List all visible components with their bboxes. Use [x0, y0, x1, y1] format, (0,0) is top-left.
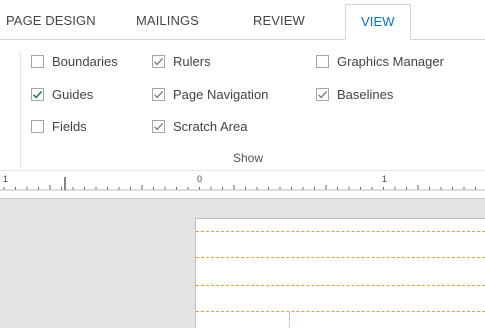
check-mark-icon [154, 122, 164, 131]
ruler-label: 0 [197, 174, 203, 184]
checkbox-box[interactable] [152, 88, 165, 101]
checkbox-label: Guides [52, 87, 94, 102]
checkbox-box[interactable] [152, 55, 165, 68]
check-mark-icon [154, 57, 164, 66]
checkbox-label: Boundaries [52, 54, 118, 69]
ruler-ticks [0, 177, 485, 191]
graphics-manager-checkbox[interactable]: Graphics Manager [316, 54, 444, 69]
checkbox-box[interactable] [31, 120, 44, 133]
guides-checkbox[interactable]: Guides [31, 87, 93, 102]
tab-review[interactable]: REVIEW [253, 13, 305, 28]
baseline-guide [196, 311, 485, 312]
tab-view[interactable]: VIEW [345, 4, 411, 40]
column-guide [289, 312, 290, 328]
tab-mailings[interactable]: MAILINGS [136, 13, 199, 28]
checkbox-label: Graphics Manager [337, 54, 444, 69]
checkbox-box[interactable] [316, 55, 329, 68]
baseline-guide [196, 257, 485, 258]
checkbox-label: Rulers [173, 54, 211, 69]
margin-guide [196, 231, 485, 232]
checkbox-box[interactable] [31, 88, 44, 101]
check-mark-icon [318, 90, 328, 99]
checkbox-label: Baselines [337, 87, 394, 102]
scratch-area-checkbox[interactable]: Scratch Area [152, 119, 247, 134]
tab-page-design[interactable]: PAGE DESIGN [6, 13, 96, 28]
ruler-label: 1 [382, 174, 388, 184]
checkbox-box[interactable] [152, 120, 165, 133]
boundaries-checkbox[interactable]: Boundaries [31, 54, 118, 69]
horizontal-ruler[interactable]: 1 0 1 [0, 170, 485, 198]
show-group-label: Show [233, 151, 264, 165]
ruler-label: 1 [3, 174, 9, 184]
publisher-window: PAGE DESIGN MAILINGS REVIEW VIEW Boundar… [0, 0, 485, 328]
check-mark-icon [154, 90, 164, 99]
baseline-guide [196, 285, 485, 286]
page-navigation-checkbox[interactable]: Page Navigation [152, 87, 268, 102]
checkbox-label: Page Navigation [173, 87, 269, 102]
checkbox-box[interactable] [31, 55, 44, 68]
ribbon-tab-bar: PAGE DESIGN MAILINGS REVIEW VIEW [0, 0, 485, 40]
check-mark-icon [32, 90, 43, 99]
checkbox-label: Fields [52, 119, 87, 134]
baselines-checkbox[interactable]: Baselines [316, 87, 393, 102]
checkbox-label: Scratch Area [173, 119, 248, 134]
checkbox-box[interactable] [316, 88, 329, 101]
rulers-checkbox[interactable]: Rulers [152, 54, 211, 69]
fields-checkbox[interactable]: Fields [31, 119, 87, 134]
group-separator [20, 52, 21, 168]
